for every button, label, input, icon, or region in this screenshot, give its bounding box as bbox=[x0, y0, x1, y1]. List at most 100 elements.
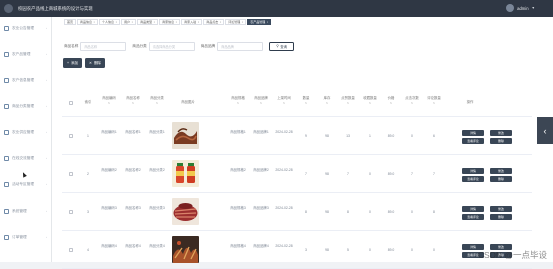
delete-button[interactable]: ✕ 删除 bbox=[85, 58, 105, 68]
review-button[interactable]: 查看评论 bbox=[462, 176, 484, 182]
edit-button[interactable]: 修改 bbox=[490, 206, 512, 212]
col-header[interactable]: 库存⇅ bbox=[318, 96, 336, 106]
table-row[interactable]: 2 商品编码2 商品名称2 商品分类2 商品规格2 商品品牌2 2024-02-… bbox=[62, 155, 532, 193]
category-select[interactable]: 请选择商品分类 bbox=[149, 42, 195, 51]
sort-icon[interactable]: ⇅ bbox=[122, 101, 144, 106]
avatar[interactable] bbox=[506, 4, 514, 12]
tab[interactable]: 商品点击× bbox=[203, 19, 224, 25]
sidebar-item-label: 商品分类管理 bbox=[12, 104, 34, 109]
add-button[interactable]: + 添加 bbox=[63, 58, 82, 68]
cell-spec: 商品规格4 bbox=[229, 244, 247, 249]
detail-button[interactable]: 详情 bbox=[462, 168, 484, 174]
tab[interactable]: 首页 bbox=[64, 19, 76, 25]
sort-icon[interactable]: ⇅ bbox=[360, 101, 380, 106]
sidebar-item-category[interactable]: 商品分类管理 › bbox=[0, 100, 52, 112]
close-icon[interactable]: × bbox=[94, 21, 96, 24]
sort-icon[interactable]: ⇅ bbox=[318, 101, 336, 106]
sort-icon[interactable]: ⇅ bbox=[227, 101, 249, 106]
sidebar-item-notice[interactable]: 农业公告管理 › bbox=[0, 22, 52, 34]
product-image[interactable] bbox=[172, 198, 199, 225]
col-header[interactable]: 商品分类⇅ bbox=[146, 96, 168, 106]
col-header-label: 库存 bbox=[324, 96, 331, 100]
chevron-left-icon[interactable]: ‹ bbox=[537, 117, 553, 144]
col-header[interactable]: 点击次数⇅ bbox=[402, 96, 422, 106]
col-header[interactable]: 评论数量⇅ bbox=[424, 96, 444, 106]
tab[interactable]: 商家信息× bbox=[159, 19, 180, 25]
detail-button[interactable]: 详情 bbox=[462, 130, 484, 136]
user-menu[interactable]: admin ▼ bbox=[506, 4, 535, 12]
sort-icon[interactable]: ⇅ bbox=[382, 101, 400, 106]
search-button[interactable]: ⚲ 查询 bbox=[269, 42, 294, 51]
sort-icon[interactable]: ⇅ bbox=[146, 101, 168, 106]
table-row[interactable]: 1 商品编码1 商品名称1 商品分类1 商品规格1 商品品牌1 2024-02-… bbox=[62, 117, 532, 155]
sort-icon[interactable]: ⇅ bbox=[98, 101, 120, 106]
col-header[interactable]: 收藏数量⇅ bbox=[360, 96, 380, 106]
col-header[interactable]: 上架时间⇅ bbox=[273, 96, 295, 106]
row-checkbox[interactable] bbox=[69, 210, 73, 214]
close-icon[interactable]: × bbox=[220, 21, 222, 24]
col-header[interactable]: 商品编码⇅ bbox=[98, 96, 120, 106]
row-delete-button[interactable]: 删除 bbox=[490, 176, 512, 182]
leaf-icon bbox=[4, 52, 9, 57]
row-checkbox[interactable] bbox=[69, 172, 73, 176]
sidebar-item-product[interactable]: 农产品管理 › bbox=[0, 48, 52, 60]
col-header-label: 价格 bbox=[388, 96, 395, 100]
tab[interactable]: 商品信息× bbox=[77, 19, 98, 25]
tab[interactable]: 商品类型× bbox=[137, 19, 158, 25]
search-icon: ⚲ bbox=[276, 44, 278, 48]
col-header: 商品图片 bbox=[170, 100, 206, 105]
row-delete-button[interactable]: 删除 bbox=[490, 138, 512, 144]
tab[interactable]: 商家入驻× bbox=[181, 19, 202, 25]
sidebar-item-order[interactable]: 订单管理 › bbox=[0, 231, 52, 243]
col-header[interactable]: 点赞数量⇅ bbox=[338, 96, 358, 106]
close-icon[interactable]: × bbox=[242, 21, 244, 24]
product-image[interactable] bbox=[172, 122, 199, 149]
edit-button[interactable]: 修改 bbox=[490, 168, 512, 174]
sort-icon[interactable]: ⇅ bbox=[297, 101, 315, 106]
close-icon[interactable]: × bbox=[267, 21, 269, 24]
close-icon[interactable]: × bbox=[116, 21, 118, 24]
username[interactable]: admin bbox=[517, 6, 528, 11]
select-all-checkbox[interactable] bbox=[69, 101, 73, 105]
table-row[interactable]: 3 商品编码3 商品名称3 商品分类3 商品规格3 商品品牌3 2024-02-… bbox=[62, 193, 532, 231]
col-header[interactable]: 商品名称⇅ bbox=[122, 96, 144, 106]
product-name-input[interactable]: 商品名称 bbox=[80, 42, 126, 51]
sort-icon[interactable]: ⇅ bbox=[402, 101, 422, 106]
review-button[interactable]: 查看评论 bbox=[462, 138, 484, 144]
close-icon[interactable]: × bbox=[176, 21, 178, 24]
col-header: 操作 bbox=[460, 100, 480, 105]
brand-input[interactable]: 商品品牌 bbox=[217, 42, 263, 51]
sidebar-item-activity[interactable]: 活动专区管理 › bbox=[0, 178, 52, 190]
sidebar-item-system[interactable]: 系统管理 › bbox=[0, 205, 52, 217]
tab-active[interactable]: 农产品管理× bbox=[247, 19, 271, 25]
row-checkbox[interactable] bbox=[69, 248, 73, 252]
tab[interactable]: 评论管理× bbox=[225, 19, 246, 25]
sidebar-item-label: 农业供应管理 bbox=[12, 130, 34, 135]
sort-icon[interactable]: ⇅ bbox=[424, 101, 444, 106]
product-image[interactable] bbox=[172, 160, 199, 187]
sidebar-item-chat[interactable]: 在线交流管理 › bbox=[0, 152, 52, 164]
col-header[interactable]: 价格⇅ bbox=[382, 96, 400, 106]
close-icon[interactable]: × bbox=[198, 21, 200, 24]
table-row[interactable]: 4 商品编码4 商品名称4 商品分类4 商品规格4 商品品牌4 2024-02-… bbox=[62, 231, 532, 269]
tab[interactable]: 个人信息× bbox=[99, 19, 120, 25]
close-icon[interactable]: × bbox=[154, 21, 156, 24]
edit-button[interactable]: 修改 bbox=[490, 130, 512, 136]
sidebar-item-farmer[interactable]: 农户信息管理 › bbox=[0, 74, 52, 86]
chevron-down-icon[interactable]: ▼ bbox=[532, 6, 535, 10]
col-header[interactable]: 商品品牌⇅ bbox=[250, 96, 272, 106]
product-image[interactable] bbox=[172, 236, 199, 263]
detail-button[interactable]: 详情 bbox=[462, 206, 484, 212]
row-delete-button[interactable]: 删除 bbox=[490, 214, 512, 220]
col-header[interactable]: 数量⇅ bbox=[297, 96, 315, 106]
sort-icon[interactable]: ⇅ bbox=[273, 101, 295, 106]
close-icon[interactable]: × bbox=[132, 21, 134, 24]
sidebar-item-supply[interactable]: 农业供应管理 › bbox=[0, 126, 52, 138]
sort-icon[interactable]: ⇅ bbox=[338, 101, 358, 106]
col-header[interactable]: 商品规格⇅ bbox=[227, 96, 249, 106]
row-checkbox[interactable] bbox=[69, 134, 73, 138]
review-button[interactable]: 查看评论 bbox=[462, 214, 484, 220]
col-header[interactable]: 索引 bbox=[80, 100, 96, 105]
sort-icon[interactable]: ⇅ bbox=[250, 101, 272, 106]
tab[interactable]: 用户× bbox=[121, 19, 136, 25]
